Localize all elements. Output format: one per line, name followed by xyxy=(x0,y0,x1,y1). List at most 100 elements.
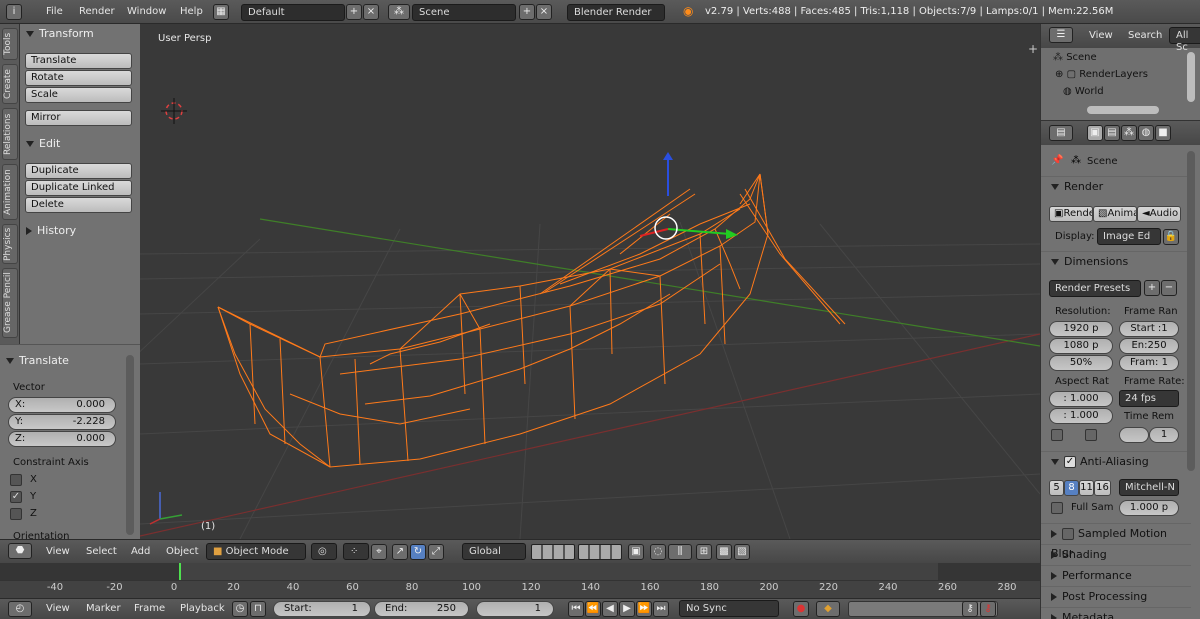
start-frame-field[interactable]: Start: 1 xyxy=(273,601,371,617)
aa-samples-8[interactable]: 8 xyxy=(1064,480,1079,496)
render-audio-button[interactable]: ◄Audio xyxy=(1137,206,1181,222)
gizmo-x-arrow[interactable] xyxy=(639,228,669,237)
gizmo-z-head[interactable] xyxy=(663,152,673,160)
full-sample-checkbox[interactable] xyxy=(1051,502,1063,514)
play-icon[interactable]: ▶ xyxy=(619,601,635,617)
history-panel-header[interactable]: History xyxy=(26,224,76,237)
scene-context-icon[interactable]: ⁂ xyxy=(1121,125,1137,141)
scale-manipulator-icon[interactable]: ⤢ xyxy=(428,544,444,560)
aa-filter-dropdown[interactable]: Mitchell-N xyxy=(1119,479,1179,496)
aa-samples-5[interactable]: 5 xyxy=(1049,480,1064,496)
info-editor-icon[interactable]: i xyxy=(6,4,22,20)
3d-cursor-icon[interactable] xyxy=(161,98,187,124)
jump-end-icon[interactable]: ⏭ xyxy=(653,601,669,617)
render-context-icon[interactable]: ▣ xyxy=(1087,125,1103,141)
tab-create[interactable]: Create xyxy=(2,64,18,104)
post-processing-panel-header[interactable]: Post Processing xyxy=(1041,586,1191,606)
lock-range-icon[interactable]: ⊓ xyxy=(250,601,266,617)
world-context-icon[interactable]: ◍ xyxy=(1138,125,1154,141)
expand-icon[interactable]: ⊕ xyxy=(1055,69,1063,80)
render-animation-button[interactable]: ▧Anima xyxy=(1093,206,1137,222)
render-presets-dropdown[interactable]: Render Presets xyxy=(1049,280,1141,297)
performance-panel-header[interactable]: Performance xyxy=(1041,565,1191,585)
outliner-editor-icon[interactable]: ☰ xyxy=(1049,27,1073,43)
dimensions-panel-header[interactable]: Dimensions xyxy=(1041,251,1191,271)
scene-icon[interactable]: ⁂ xyxy=(388,4,410,20)
anti-aliasing-checkbox[interactable]: ✓ xyxy=(1064,456,1076,468)
snap-dropdown-icon[interactable]: ⫼ xyxy=(668,544,692,560)
timeline-menu-frame[interactable]: Frame xyxy=(134,603,165,614)
viewport-canvas[interactable] xyxy=(140,24,1040,539)
transform-panel-header[interactable]: Transform xyxy=(26,27,94,40)
pin-icon[interactable]: 📌 xyxy=(1051,155,1063,166)
keying-set-icon[interactable]: ◆ xyxy=(816,601,840,617)
current-frame-field[interactable]: 1 xyxy=(476,601,554,617)
manipulator-toggle-icon[interactable]: ⌖ xyxy=(371,544,387,560)
auto-keying-icon[interactable]: ● xyxy=(793,601,809,617)
render-layers-context-icon[interactable]: ▤ xyxy=(1104,125,1120,141)
outliner-item-world[interactable]: ◍ World xyxy=(1063,86,1104,97)
frame-start-field[interactable]: Start :1 xyxy=(1119,321,1179,337)
scale-button[interactable]: Scale xyxy=(25,87,132,103)
menu-add[interactable]: Add xyxy=(131,546,150,557)
mode-dropdown[interactable]: ■ Object Mode xyxy=(206,543,306,560)
menu-help[interactable]: Help xyxy=(180,6,203,17)
constraint-x-checkbox[interactable] xyxy=(10,474,22,486)
aspect-x-field[interactable]: : 1.000 xyxy=(1049,391,1113,407)
properties-scrollbar[interactable] xyxy=(1187,151,1195,471)
operator-scrollbar[interactable] xyxy=(126,355,134,535)
object-context-icon[interactable]: ■ xyxy=(1155,125,1171,141)
render-engine-dropdown[interactable]: Blender Render xyxy=(567,4,665,21)
metadata-panel-header[interactable]: Metadata xyxy=(1041,607,1191,619)
jump-start-icon[interactable]: ⏮ xyxy=(568,601,584,617)
border-checkbox[interactable] xyxy=(1051,429,1063,441)
current-frame-marker[interactable] xyxy=(179,563,181,580)
tab-animation[interactable]: Animation xyxy=(2,164,18,220)
operator-header[interactable]: Translate xyxy=(6,354,69,367)
properties-editor-icon[interactable]: ▤ xyxy=(1049,125,1073,141)
scene-field[interactable]: Scene xyxy=(412,4,516,21)
remove-preset-icon[interactable]: − xyxy=(1161,280,1177,296)
delete-button[interactable]: Delete xyxy=(25,197,132,213)
frame-end-field[interactable]: En:250 xyxy=(1119,338,1179,354)
anti-aliasing-panel-header[interactable]: ✓ Anti-Aliasing xyxy=(1041,451,1191,471)
gizmo-center-circle[interactable] xyxy=(654,216,678,240)
timeline-editor-icon[interactable]: ◴ xyxy=(8,601,32,617)
layer-lock-icon[interactable]: ▣ xyxy=(628,544,644,560)
delete-keyframe-icon[interactable]: ⚷ xyxy=(980,601,996,617)
add-preset-icon[interactable]: + xyxy=(1144,280,1160,296)
translate-button[interactable]: Translate xyxy=(25,53,132,69)
duplicate-button[interactable]: Duplicate xyxy=(25,163,132,179)
timeline-menu-playback[interactable]: Playback xyxy=(180,603,225,614)
tab-physics[interactable]: Physics xyxy=(2,224,18,264)
outliner-item-renderlayers[interactable]: ⊕ ▢ RenderLayers xyxy=(1055,69,1148,80)
layers-grid-b[interactable] xyxy=(578,544,622,560)
pivot-dropdown[interactable]: ⁘ xyxy=(343,543,369,560)
lock-interface-icon[interactable]: 🔒 xyxy=(1163,229,1179,245)
proportional-edit-icon[interactable]: ◌ xyxy=(650,544,666,560)
filter-size-field[interactable]: 1.000 p xyxy=(1119,500,1179,516)
jump-key-forward-icon[interactable]: ⏩ xyxy=(636,601,652,617)
tab-tools[interactable]: Tools xyxy=(2,28,18,60)
outliner-item-scene[interactable]: ⁂ Scene xyxy=(1053,52,1097,63)
outliner-menu-view[interactable]: View xyxy=(1089,30,1113,41)
orientation-dropdown[interactable]: Global xyxy=(462,543,526,560)
editor-type-icon[interactable]: ⬣ xyxy=(8,543,32,559)
menu-view[interactable]: View xyxy=(46,546,70,557)
outliner-hscrollbar[interactable] xyxy=(1087,106,1159,114)
menu-render[interactable]: Render xyxy=(79,6,115,17)
snap-target-icon[interactable]: ⊞ xyxy=(696,544,712,560)
vector-y-field[interactable]: Y: -2.228 xyxy=(8,414,116,430)
layers-grid-a[interactable] xyxy=(531,544,575,560)
timeline-area[interactable]: -40 -20 0 20 40 60 80 100 120 140 160 180 200 220 240 2… xyxy=(0,563,1040,598)
rotate-button[interactable]: Rotate xyxy=(25,70,132,86)
vector-z-field[interactable]: Z: 0.000 xyxy=(8,431,116,447)
resolution-percent-field[interactable]: 50% xyxy=(1049,355,1113,371)
motion-blur-panel-header[interactable]: Sampled Motion Blur xyxy=(1041,523,1191,560)
translate-manipulator-icon[interactable]: ↗ xyxy=(392,544,408,560)
render-still-button[interactable]: ▣Rende xyxy=(1049,206,1093,222)
menu-file[interactable]: File xyxy=(46,6,63,17)
screen-layout-icon[interactable]: ▦ xyxy=(213,4,229,20)
sync-dropdown[interactable]: No Sync xyxy=(679,600,779,617)
time-remap-old-field[interactable] xyxy=(1119,427,1149,443)
